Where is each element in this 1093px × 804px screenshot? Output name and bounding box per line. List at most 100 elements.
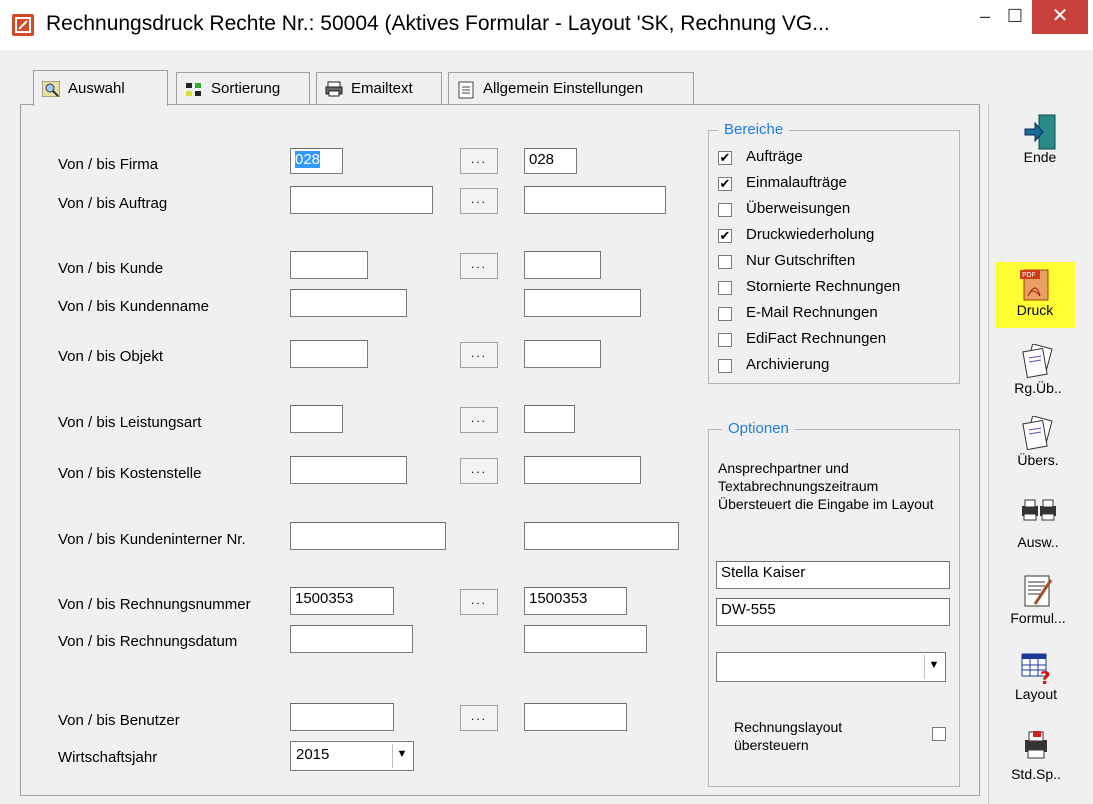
code-input[interactable]: DW-555	[716, 598, 950, 626]
exit-door-icon	[1023, 113, 1057, 150]
kostenstelle-from-input[interactable]	[290, 456, 407, 484]
auftrag-to-input[interactable]	[524, 186, 666, 214]
firma-to-input[interactable]: 028	[524, 148, 577, 174]
layout-help-icon: ?	[1019, 650, 1053, 689]
svg-text:?: ?	[1040, 668, 1050, 686]
auftrag-lookup-button[interactable]: ...	[460, 188, 498, 214]
tab-auswahl[interactable]: Auswahl	[33, 70, 168, 106]
row-label: Von / bis Auftrag	[58, 195, 168, 212]
document-icon	[457, 81, 475, 98]
leistungsart-lookup-button[interactable]: ...	[460, 407, 498, 433]
rechnungsnummer-from-input[interactable]: 1500353	[290, 587, 394, 615]
std-sp-button[interactable]: Std.Sp..	[996, 730, 1076, 782]
kundeninterne-nr-to-input[interactable]	[524, 522, 679, 550]
bereich-checkbox[interactable]	[718, 333, 732, 347]
tab-emailtext[interactable]: Emailtext	[316, 72, 442, 104]
layout-button[interactable]: ? Layout	[996, 650, 1076, 702]
bereich-checkbox[interactable]	[718, 255, 732, 269]
ende-button[interactable]: Ende	[1000, 113, 1080, 165]
app-icon	[12, 14, 34, 36]
rechnungsnummer-to-input[interactable]: 1500353	[524, 587, 627, 615]
optionen-description: Ansprechpartner und Textabrechnungszeitr…	[718, 460, 934, 512]
sort-icon	[185, 81, 203, 97]
firma-from-input[interactable]: 028	[290, 148, 343, 174]
overview-icon	[1021, 415, 1055, 451]
rg-ueb-button[interactable]: Rg.Üb..	[998, 343, 1078, 396]
benutzer-lookup-button[interactable]: ...	[460, 705, 498, 731]
druck-button[interactable]: PDF Druck	[995, 266, 1075, 318]
auftrag-from-input[interactable]	[290, 186, 433, 214]
bereich-checkbox[interactable]	[718, 203, 732, 217]
contact-input[interactable]: Stella Kaiser	[716, 561, 950, 589]
kostenstelle-lookup-button[interactable]: ...	[460, 458, 498, 484]
tab-label: Emailtext	[351, 80, 413, 97]
row-label: Von / bis Rechnungsnummer	[58, 596, 251, 613]
form-edit-icon	[1021, 574, 1055, 608]
bereich-checkbox[interactable]: ✔	[718, 177, 732, 191]
maximize-button[interactable]: ☐	[1000, 0, 1030, 34]
row-label: Von / bis Firma	[58, 156, 159, 173]
search-icon	[41, 80, 61, 97]
bereich-label: Stornierte Rechnungen	[746, 278, 901, 295]
formular-button[interactable]: Formul...	[998, 574, 1078, 626]
tab-allgemein-einstellungen[interactable]: Allgemein Einstellungen	[448, 72, 694, 104]
rechnungsdatum-from-input[interactable]	[290, 625, 413, 653]
bereiche-title: Bereiche	[718, 121, 790, 138]
row-label: Von / bis Rechnungsdatum	[58, 633, 238, 650]
title-bar: Rechnungsdruck Rechte Nr.: 50004 (Aktive…	[0, 0, 1093, 50]
wirtschaftsjahr-select[interactable]: 2015 ▼	[290, 741, 414, 771]
leistungsart-to-input[interactable]	[524, 405, 575, 433]
objekt-lookup-button[interactable]: ...	[460, 342, 498, 368]
benutzer-to-input[interactable]	[524, 703, 627, 731]
chevron-down-icon: ▼	[924, 655, 943, 679]
bereich-label: Aufträge	[746, 148, 803, 165]
uebers-button[interactable]: Übers.	[998, 415, 1078, 468]
tab-label: Allgemein Einstellungen	[483, 80, 644, 97]
firma-lookup-button[interactable]: ...	[460, 148, 498, 174]
layout-override-checkbox[interactable]	[932, 727, 946, 741]
bereich-checkbox[interactable]	[718, 281, 732, 295]
printer-icon	[325, 81, 343, 97]
bereich-checkbox[interactable]: ✔	[718, 151, 732, 165]
optionen-select[interactable]: ▼	[716, 652, 946, 682]
printers-icon	[1021, 498, 1056, 532]
tab-sortierung[interactable]: Sortierung	[176, 72, 310, 104]
bereich-label: E-Mail Rechnungen	[746, 304, 878, 321]
kostenstelle-to-input[interactable]	[524, 456, 641, 484]
row-label: Von / bis Kostenstelle	[58, 465, 202, 482]
objekt-from-input[interactable]	[290, 340, 368, 368]
benutzer-from-input[interactable]	[290, 703, 394, 731]
ausw-button[interactable]: Ausw..	[998, 498, 1078, 550]
kunde-from-input[interactable]	[290, 251, 368, 279]
rechnungsdatum-to-input[interactable]	[524, 625, 647, 653]
close-button[interactable]: ✕	[1032, 0, 1088, 34]
wirtschaftsjahr-label: Wirtschaftsjahr	[58, 749, 158, 766]
svg-text:PDF: PDF	[1022, 271, 1036, 279]
row-label: Von / bis Kundenname	[58, 298, 209, 315]
bereich-checkbox[interactable]	[718, 359, 732, 373]
kunde-lookup-button[interactable]: ...	[460, 253, 498, 279]
kundeninterne-nr-from-input[interactable]	[290, 522, 446, 550]
bereich-label: Archivierung	[746, 356, 830, 373]
objekt-to-input[interactable]	[524, 340, 601, 368]
tab-label: Sortierung	[211, 80, 281, 97]
row-label: Von / bis Objekt	[58, 348, 164, 365]
kundenname-to-input[interactable]	[524, 289, 641, 317]
minimize-button[interactable]: –	[970, 0, 1000, 34]
bereich-label: Druckwiederholung	[746, 226, 875, 243]
leistungsart-from-input[interactable]	[290, 405, 343, 433]
row-label: Von / bis Kundeninterner Nr.	[58, 531, 246, 548]
chevron-down-icon: ▼	[392, 744, 411, 768]
bereich-checkbox[interactable]	[718, 307, 732, 321]
bereich-label: Nur Gutschriften	[746, 252, 856, 269]
row-label: Von / bis Benutzer	[58, 712, 180, 729]
bereich-checkbox[interactable]: ✔	[718, 229, 732, 243]
save-printer-icon	[1019, 730, 1053, 764]
tab-label: Auswahl	[68, 80, 125, 97]
kundenname-from-input[interactable]	[290, 289, 407, 317]
invoice-overview-icon	[1021, 343, 1055, 379]
row-label: Von / bis Leistungsart	[58, 414, 202, 431]
bereich-label: Überweisungen	[746, 200, 851, 217]
rechnungsnummer-lookup-button[interactable]: ...	[460, 589, 498, 615]
kunde-to-input[interactable]	[524, 251, 601, 279]
